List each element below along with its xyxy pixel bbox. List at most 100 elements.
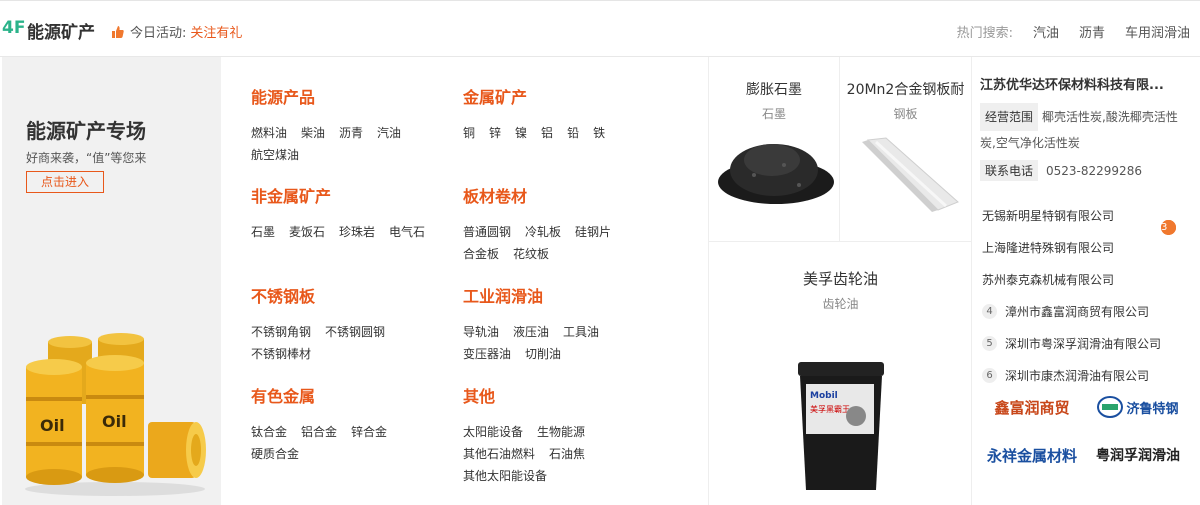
company-name[interactable]: 江苏优华达环保材料科技有限... [980,74,1196,93]
rank-number: 3 [1161,220,1176,235]
category-item[interactable]: 麦饭石 [289,225,325,239]
rank-company: 苏州泰克森机械有限公司 [982,272,1115,287]
category-item[interactable]: 锌合金 [351,425,387,439]
category-item[interactable]: 不锈钢角钢 [251,325,311,339]
scope-tag: 经营范围 [980,103,1039,131]
phone-number: 0523-82299286 [1046,164,1142,178]
category-item[interactable]: 冷轧板 [525,225,561,239]
steel-plate-image [861,137,959,212]
category-item[interactable]: 普通圆钢 [463,225,511,239]
category-block: 工业润滑油 导轨油 液压油 工具油变压器油 切削油 [463,283,663,365]
rank-company: 漳州市鑫富润商贸有限公司 [1005,304,1150,319]
category-item[interactable]: 锌 [489,126,501,140]
category-item[interactable]: 硬质合金 [251,447,299,461]
category-item[interactable]: 钛合金 [251,425,287,439]
rank-company: 无锡新明星特钢有限公司 [982,208,1115,223]
rank-company: 深圳市粤深孚润滑油有限公司 [1005,336,1162,351]
floor-number: 4F [2,18,26,38]
product-card[interactable]: 20Mn2合金钢板耐 钢板 [840,57,972,242]
logo-jilu[interactable]: 济鲁特钢 [1088,389,1188,425]
category-title[interactable]: 有色金属 [251,383,451,407]
hot-search: 热门搜索: 汽油 沥青 车用润滑油 [957,22,1190,41]
bucket-brand: Mobil [810,391,838,401]
category-title[interactable]: 非金属矿产 [251,183,456,207]
category-block: 有色金属 钛合金 铝合金 锌合金硬质合金 [251,383,451,465]
category-item[interactable]: 汽油 [377,126,401,140]
oil-barrels-image: Oil Oil [25,333,206,496]
category-title[interactable]: 金属矿产 [463,84,663,108]
ranking-item[interactable]: 5 深圳市粤深孚润滑油有限公司 [982,327,1194,359]
oil-bucket-image: Mobil 美孚黑霸王 [797,362,884,490]
category-block: 非金属矿产 石墨 麦饭石 珍珠岩 电气石 [251,183,456,243]
category-title[interactable]: 工业润滑油 [463,283,663,307]
product-card[interactable]: 膨胀石墨 石墨 [709,57,840,242]
category-item[interactable]: 沥青 [339,126,363,140]
category-item[interactable]: 变压器油 [463,347,511,361]
category-item[interactable]: 导轨油 [463,325,499,339]
category-item[interactable]: 合金板 [463,247,499,261]
category-item[interactable]: 铅 [567,126,579,140]
supplier-panel: 江苏优华达环保材料科技有限... 经营范围 椰壳活性炭,酸洗椰壳活性炭,空气净化活… [971,57,1200,505]
category-item[interactable]: 生物能源 [537,425,585,439]
category-item[interactable]: 铝 [541,126,553,140]
category-title[interactable]: 其他 [463,383,683,407]
logo-xinfurun[interactable]: 鑫富润商贸 [982,389,1082,425]
ranking-item[interactable]: 6 深圳市康杰润滑油有限公司 [982,359,1194,391]
category-item[interactable]: 不锈钢圆钢 [325,325,385,339]
company-ranking: 1无锡新明星特钢有限公司 2上海隆进特殊钢有限公司 3苏州泰克森机械有限公司 4… [982,199,1194,391]
barrel-oil-text: Oil [102,412,127,431]
rank-company: 上海隆进特殊钢有限公司 [982,240,1115,255]
enter-button[interactable]: 点击进入 [26,171,104,193]
product-name: 20Mn2合金钢板耐 [846,82,965,98]
category-item[interactable]: 电气石 [389,225,425,239]
category-item[interactable]: 航空煤油 [251,148,299,162]
category-block: 能源产品 燃料油 柴油 沥青 汽油航空煤油 [251,84,451,166]
category-item[interactable]: 太阳能设备 [463,425,523,439]
hot-keyword[interactable]: 车用润滑油 [1125,22,1190,41]
logo-jilu-text: 济鲁特钢 [1126,401,1179,417]
category-item[interactable]: 铁 [593,126,605,140]
rank-number: 6 [982,367,997,383]
category-item[interactable]: 石墨 [251,225,275,239]
hot-keyword[interactable]: 汽油 [1033,22,1059,41]
rank-number: 4 [982,303,997,319]
logo-yuerunfu[interactable]: 粤润孚润滑油 [1088,437,1188,473]
jilu-logo-icon [1097,396,1124,418]
hot-keyword[interactable]: 沥青 [1079,22,1105,41]
category-item[interactable]: 镍 [515,126,527,140]
phone-tag: 联系电话 [980,160,1039,181]
category-item[interactable]: 花纹板 [513,247,549,261]
business-scope: 经营范围 椰壳活性炭,酸洗椰壳活性炭,空气净化活性炭 [980,103,1192,155]
ranking-item[interactable]: 4 漳州市鑫富润商贸有限公司 [982,295,1194,327]
category-item[interactable]: 铝合金 [301,425,337,439]
category-block: 金属矿产 铜锌镍铝铅铁 [463,84,663,144]
category-item[interactable]: 工具油 [563,325,599,339]
contact-phone: 联系电话 0523-82299286 [980,160,1142,181]
ranking-item[interactable]: 2上海隆进特殊钢有限公司 [982,220,1194,263]
bucket-label: 美孚黑霸王 [810,404,850,414]
category-item[interactable]: 其他太阳能设备 [463,469,547,483]
category-item[interactable]: 硅钢片 [575,225,611,239]
thumbs-up-icon [112,25,124,38]
category-block: 不锈钢板 不锈钢角钢 不锈钢圆钢 不锈钢棒材 [251,283,451,365]
product-name: 膨胀石墨 [746,82,802,98]
product-card[interactable]: 美孚齿轮油 齿轮油 Mobil 美孚黑霸王 [709,242,972,505]
category-item[interactable]: 不锈钢棒材 [251,347,311,361]
category-title[interactable]: 不锈钢板 [251,283,451,307]
promo-subtitle: 好商来袭，“值”等您来 [26,151,147,165]
logo-yongxiang[interactable]: 永祥金属材料 [982,437,1082,473]
ranking-item[interactable]: 3 苏州泰克森机械有限公司 [982,220,1194,295]
category-item[interactable]: 柴油 [301,126,325,140]
hot-search-label: 热门搜索: [956,26,1013,41]
activity-link[interactable]: 关注有礼 [190,22,242,41]
category-item[interactable]: 液压油 [513,325,549,339]
category-title[interactable]: 板材卷材 [463,183,663,207]
today-activity: 今日活动: 关注有礼 [112,22,242,41]
category-item[interactable]: 切削油 [525,347,561,361]
category-item[interactable]: 燃料油 [251,126,287,140]
category-title[interactable]: 能源产品 [251,84,451,108]
category-item[interactable]: 铜 [463,126,475,140]
category-item[interactable]: 珍珠岩 [339,225,375,239]
category-item[interactable]: 石油焦 [549,447,585,461]
category-item[interactable]: 其他石油燃料 [463,447,535,461]
